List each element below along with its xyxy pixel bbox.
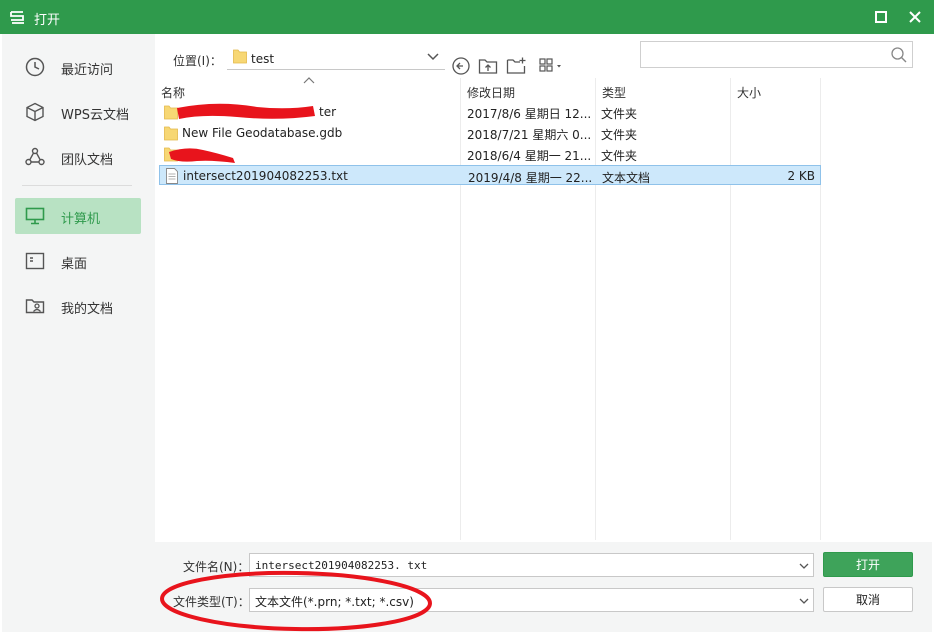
table-row[interactable]: New File Geodatabase.gdb 2018/7/21 星期六 0… (159, 123, 821, 143)
location-dropdown[interactable]: test (227, 46, 445, 70)
sidebar-item-team[interactable]: 团队文档 (15, 139, 141, 175)
sidebar-item-label: 桌面 (61, 257, 88, 272)
open-button[interactable]: 打开 (823, 552, 913, 577)
redaction-mark (177, 103, 315, 119)
wps-s-logo-icon (10, 11, 24, 24)
sidebar-item-my-documents[interactable]: 我的文档 (15, 288, 141, 324)
sidebar-divider (22, 185, 132, 186)
sidebar-item-wps-cloud[interactable]: WPS云文档 (15, 94, 141, 130)
redaction-mark (169, 148, 235, 163)
filetype-value: 文本文件(*.prn; *.txt; *.csv) (255, 595, 414, 609)
file-size: 2 KB (787, 169, 815, 183)
file-date: 2019/4/8 星期一 22... (468, 171, 593, 185)
chevron-down-icon[interactable] (427, 52, 439, 62)
sidebar-item-label: WPS云文档 (61, 108, 129, 123)
folder-icon (164, 105, 178, 120)
column-header-size[interactable]: 大小 (731, 82, 761, 104)
file-name: New File Geodatabase.gdb (182, 126, 343, 140)
title-bar: 打开 (0, 0, 934, 34)
view-mode-icon[interactable] (538, 56, 566, 76)
search-box[interactable] (640, 41, 913, 68)
file-date: 2018/7/21 星期六 0... (467, 128, 592, 142)
file-type: 文件夹 (601, 107, 638, 121)
text-file-icon (166, 168, 178, 184)
sidebar-item-label: 我的文档 (61, 302, 114, 317)
location-label: 位置(I)： (173, 54, 222, 68)
folder-icon (164, 126, 178, 141)
maximize-icon[interactable] (871, 7, 891, 27)
window-title: 打开 (34, 13, 61, 28)
filename-field[interactable]: intersect201904082253. txt (249, 553, 814, 577)
filetype-label: 文件类型(T)： (173, 595, 250, 609)
file-type: 文本文档 (602, 171, 651, 185)
desktop-icon (25, 252, 45, 270)
sidebar-item-label: 团队文档 (61, 153, 114, 168)
team-icon (25, 147, 45, 166)
table-row[interactable]: 2018/6/4 星期一 21... 文件夹 (159, 144, 821, 164)
user-folder-icon (25, 299, 45, 314)
sort-up-icon (303, 77, 315, 84)
filename-value: intersect201904082253. txt (255, 559, 428, 572)
file-name: intersect201904082253.txt (183, 169, 348, 183)
table-row-selected[interactable]: intersect201904082253.txt 2019/4/8 星期一 2… (159, 165, 821, 185)
file-type: 文件夹 (601, 149, 638, 163)
chevron-down-icon[interactable] (799, 596, 809, 606)
file-date: 2017/8/6 星期日 12... (467, 107, 592, 121)
location-value: test (251, 52, 275, 66)
file-type: 文件夹 (601, 128, 638, 142)
main-pane: 位置(I)： test 名称 修改日期 类型 大小 ter 2017/8/6 星… (155, 34, 932, 632)
new-folder-icon[interactable] (506, 56, 526, 76)
cube-icon (26, 102, 44, 122)
sidebar-item-recent[interactable]: 最近访问 (15, 49, 141, 85)
sidebar-item-label: 计算机 (61, 212, 101, 227)
filetype-select[interactable]: 文本文件(*.prn; *.txt; *.csv) (249, 588, 814, 612)
file-list: 名称 修改日期 类型 大小 ter 2017/8/6 星期日 12... 文件夹… (155, 77, 932, 540)
sidebar-item-label: 最近访问 (61, 63, 114, 78)
sidebar-item-desktop[interactable]: 桌面 (15, 243, 141, 279)
file-name: ter (319, 105, 337, 119)
column-header-date[interactable]: 修改日期 (461, 82, 515, 104)
sidebar: 最近访问 WPS云文档 团队文档 计算机 桌面 我的文档 (2, 34, 155, 632)
filename-label: 文件名(N)： (183, 560, 250, 574)
table-row[interactable]: ter 2017/8/6 星期日 12... 文件夹 (159, 102, 821, 122)
column-header-name[interactable]: 名称 (155, 82, 185, 104)
up-folder-icon[interactable] (478, 56, 498, 76)
back-icon[interactable] (451, 56, 471, 76)
folder-icon (233, 49, 247, 64)
close-icon[interactable] (905, 7, 925, 27)
file-date: 2018/6/4 星期一 21... (467, 149, 592, 163)
bottom-panel: 文件名(N)： intersect201904082253. txt 文件类型(… (155, 542, 932, 632)
search-icon[interactable] (890, 46, 908, 64)
clock-icon (25, 57, 45, 77)
sidebar-item-computer[interactable]: 计算机 (15, 198, 141, 234)
chevron-down-icon[interactable] (799, 561, 809, 571)
monitor-icon (25, 207, 45, 225)
search-input[interactable] (645, 45, 883, 65)
column-header-type[interactable]: 类型 (596, 82, 626, 104)
cancel-button[interactable]: 取消 (823, 587, 913, 612)
